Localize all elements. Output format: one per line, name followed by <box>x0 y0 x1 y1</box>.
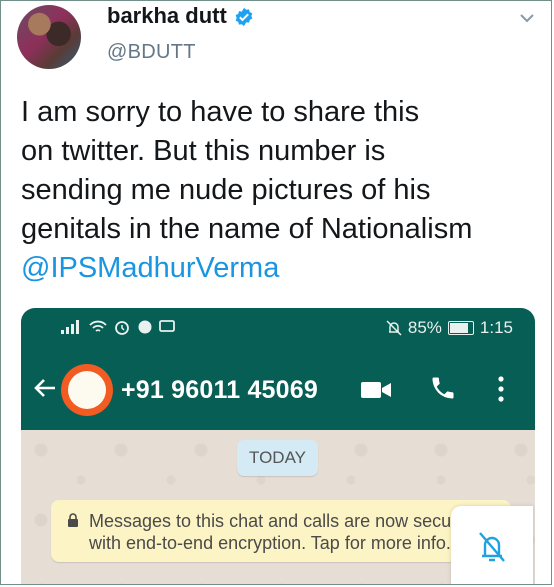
encryption-notice-line: Messages to this chat and calls are now … <box>89 511 478 531</box>
profile-avatar[interactable] <box>17 5 81 69</box>
bell-off-icon <box>479 532 505 562</box>
date-chip: TODAY <box>237 440 318 476</box>
alarm-icon <box>115 321 129 335</box>
author-handle[interactable]: @BDUTT <box>107 41 196 64</box>
contact-number[interactable]: +91 96011 45069 <box>121 376 318 405</box>
author-name[interactable]: barkha dutt <box>107 3 227 29</box>
battery-percent: 85% <box>407 318 442 337</box>
battery-icon <box>447 321 474 335</box>
contact-avatar-image <box>68 371 106 409</box>
lock-icon <box>68 513 78 527</box>
encryption-notice-text: Messages to this chat and calls are now … <box>89 510 511 554</box>
tweet-text-line: sending me nude pictures of his <box>21 174 431 206</box>
more-options-icon[interactable] <box>497 376 505 402</box>
mention-link[interactable]: @IPSMadhurVerma <box>21 249 541 288</box>
status-bar: 85% 1:15 <box>21 308 535 348</box>
tweet-text-line: on twitter. But this number is <box>21 135 386 167</box>
phone-call-icon[interactable] <box>429 374 457 402</box>
tweet-card: barkha dutt @BDUTT I am sorry to have to… <box>0 0 552 585</box>
whatsapp-notification-icon <box>138 320 152 334</box>
verified-badge-icon <box>235 7 253 27</box>
back-arrow-icon[interactable] <box>33 376 57 400</box>
status-time: 1:15 <box>479 318 513 337</box>
tweet-text-line: I am sorry to have to share this <box>21 96 420 128</box>
tweet-text: I am sorry to have to share this on twit… <box>21 93 541 288</box>
contact-avatar[interactable] <box>61 364 113 416</box>
wifi-icon <box>89 320 107 332</box>
whatsapp-screenshot: 85% 1:15 +91 96011 45069 TODAY Messages … <box>21 308 535 584</box>
tweet-text-line: genitals in the name of Nationalism <box>21 213 473 245</box>
mute-notifications-button[interactable] <box>451 506 533 584</box>
chevron-down-icon[interactable] <box>519 13 535 23</box>
signal-icon <box>61 320 79 334</box>
mute-icon <box>386 320 402 336</box>
chat-app-bar: +91 96011 45069 <box>21 348 535 430</box>
video-call-icon[interactable] <box>360 380 392 400</box>
encryption-notice[interactable]: Messages to this chat and calls are now … <box>51 500 511 562</box>
chat-notification-icon <box>159 320 175 332</box>
encryption-notice-line: with end-to-end encryption. Tap for more… <box>89 533 451 553</box>
